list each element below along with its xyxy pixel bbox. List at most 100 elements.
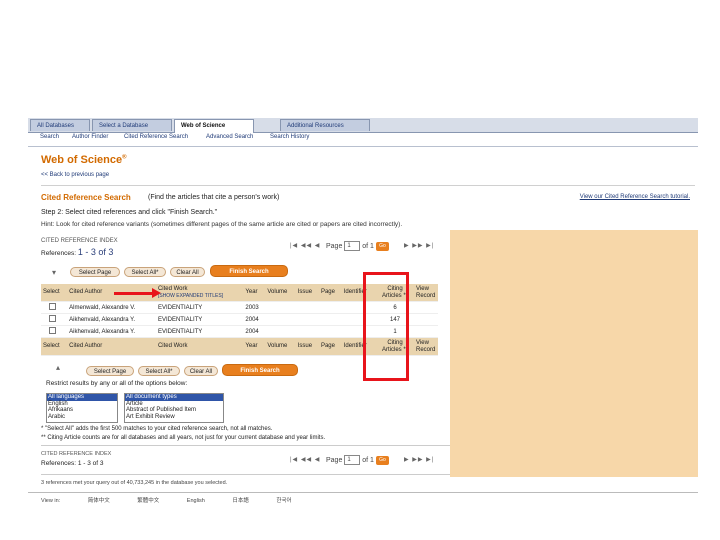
tab-all-databases[interactable]: All Databases xyxy=(30,119,90,131)
foot-view-record: View Record xyxy=(414,337,438,356)
pager: Page 1 of 1 Go xyxy=(326,241,389,251)
subnav-author-finder[interactable]: Author Finder xyxy=(72,134,108,140)
col-issue: Issue xyxy=(295,284,319,302)
cited-author: Aikhenvald, Alexandra Y. xyxy=(67,313,156,326)
row-checkbox[interactable] xyxy=(49,315,56,322)
cited-work: EVIDENTIALITY xyxy=(155,325,244,338)
title-mark: ® xyxy=(122,154,127,161)
divider xyxy=(41,445,479,446)
doctype-option[interactable]: Art Exhibit Review xyxy=(125,414,223,421)
cited-reference-search-heading: Cited Reference Search xyxy=(41,193,131,202)
bottom-of-pages: of 1 xyxy=(362,456,374,464)
finish-search-button[interactable]: Finish Search xyxy=(210,265,288,277)
col-page: Page xyxy=(318,284,342,302)
cited-author: Almenwald, Alexandre V. xyxy=(67,301,156,314)
bottom-index-heading: CITED REFERENCE INDEX xyxy=(41,451,112,457)
footer-language-link[interactable]: 한국어 xyxy=(276,498,291,504)
col-view-record: View Record xyxy=(414,284,438,302)
footer-language-link[interactable]: 繁體中文 xyxy=(137,498,159,504)
select-all-button[interactable]: Select All* xyxy=(124,267,166,277)
next-last-arrows[interactable]: ▶ ▶▶ ▶| xyxy=(404,242,434,249)
page-label: Page xyxy=(326,242,343,250)
cited-work: EVIDENTIALITY xyxy=(155,313,244,326)
foot-page: Page xyxy=(318,337,342,356)
red-arrow-shaft xyxy=(114,292,154,295)
subnav-advanced-search[interactable]: Advanced Search xyxy=(206,134,253,140)
year: 2003 xyxy=(243,301,266,314)
top-tabs: All Databases Select a Database Web of S… xyxy=(28,118,698,133)
first-prev-arrows[interactable]: |◀ ◀◀ ◀ xyxy=(290,242,320,249)
show-expanded-titles-link[interactable]: [SHOW EXPANDED TITLES] xyxy=(158,293,241,300)
page-title: Web of Science® xyxy=(41,154,127,166)
foot-cited-work: Cited Work xyxy=(155,337,244,356)
clear-all-button[interactable]: Clear All xyxy=(170,267,205,277)
subnav-cited-reference-search[interactable]: Cited Reference Search xyxy=(124,134,188,140)
language-footer: View in: 简体中文 繁體中文 English 日本語 한국어 xyxy=(41,496,318,504)
cited-work: EVIDENTIALITY xyxy=(155,301,244,314)
select-page-button[interactable]: Select Page xyxy=(70,267,120,277)
bottom-page-label: Page xyxy=(326,456,343,464)
of-pages: of 1 xyxy=(362,242,374,250)
back-link[interactable]: << Back to previous page xyxy=(41,172,109,178)
row-checkbox[interactable] xyxy=(49,303,56,310)
foot-issue: Issue xyxy=(295,337,319,356)
view-in-label: View in: xyxy=(41,498,61,504)
cited-work-label: Cited Work xyxy=(157,285,188,292)
finish-search-button-bottom[interactable]: Finish Search xyxy=(222,364,298,376)
divider xyxy=(41,474,479,475)
document-type-select[interactable]: All document types Article Abstract of P… xyxy=(124,393,224,423)
foot-select: Select xyxy=(41,337,68,356)
query-summary: 3 references met your query out of 40,73… xyxy=(41,480,228,486)
select-page-button-bottom[interactable]: Select Page xyxy=(86,366,134,376)
bottom-next-last-arrows[interactable]: ▶ ▶▶ ▶| xyxy=(404,456,434,463)
col-cited-work: Cited Work [SHOW EXPANDED TITLES] xyxy=(155,284,244,302)
col-year: Year xyxy=(243,284,266,302)
divider xyxy=(41,185,695,186)
title-text: Web of Science xyxy=(41,154,123,166)
footer-language-link[interactable]: English xyxy=(187,498,205,504)
expand-arrow-icon[interactable]: ▴ xyxy=(56,363,60,372)
year: 2004 xyxy=(243,313,266,326)
bottom-references-count: References: 1 - 3 of 3 xyxy=(41,460,104,467)
bottom-page-input[interactable]: 1 xyxy=(344,455,361,465)
citing-count-note: ** Citing Article counts are for all dat… xyxy=(41,435,326,441)
foot-cited-author: Cited Author xyxy=(67,337,156,356)
divider xyxy=(28,492,698,493)
col-volume: Volume xyxy=(265,284,296,302)
footer-language-link[interactable]: 简体中文 xyxy=(88,498,110,504)
web-of-science-screenshot: All Databases Select a Database Web of S… xyxy=(28,118,698,518)
year: 2004 xyxy=(243,325,266,338)
subnav-search-history[interactable]: Search History xyxy=(270,134,309,140)
page-input[interactable]: 1 xyxy=(344,241,361,251)
bottom-first-prev-arrows[interactable]: |◀ ◀◀ ◀ xyxy=(290,456,320,463)
red-arrow-icon xyxy=(152,288,161,298)
language-select[interactable]: All languages English Afrikaans Arabic xyxy=(46,393,118,423)
subnav-search[interactable]: Search xyxy=(40,134,59,140)
restrict-label: Restrict results by any or all of the op… xyxy=(46,380,188,387)
language-option[interactable]: Arabic xyxy=(47,414,117,421)
cited-reference-index-heading: CITED REFERENCE INDEX xyxy=(41,238,118,244)
tutorial-link[interactable]: View our Cited Reference Search tutorial… xyxy=(580,194,690,200)
hint-text: Hint: Look for cited reference variants … xyxy=(41,221,403,228)
col-select: Select xyxy=(41,284,68,302)
references-prefix: References: xyxy=(41,250,77,257)
row-checkbox[interactable] xyxy=(49,327,56,334)
go-button[interactable]: Go xyxy=(375,241,389,251)
foot-volume: Volume xyxy=(265,337,296,356)
bottom-page-input-value: 1 xyxy=(347,457,351,463)
tab-additional-resources[interactable]: Additional Resources xyxy=(280,119,370,131)
page-input-value: 1 xyxy=(347,243,351,249)
tab-web-of-science[interactable]: Web of Science xyxy=(174,119,254,133)
select-all-button-bottom[interactable]: Select All* xyxy=(138,366,180,376)
bottom-go-button[interactable]: Go xyxy=(375,455,389,465)
citing-articles-highlight-box xyxy=(363,272,409,381)
tab-select-database[interactable]: Select a Database xyxy=(92,119,172,131)
select-all-note: * "Select All" adds the first 500 matche… xyxy=(41,426,273,432)
bottom-pager: Page 1 of 1 Go xyxy=(326,455,389,465)
cited-author: Aikhenvald, Alexandra Y. xyxy=(67,325,156,338)
step2-instruction: Step 2: Select cited references and clic… xyxy=(41,209,218,216)
collapse-arrow-icon[interactable]: ▾ xyxy=(52,268,56,277)
footer-language-link[interactable]: 日本語 xyxy=(232,498,249,504)
references-range: 1 - 3 of 3 xyxy=(77,247,114,257)
clear-all-button-bottom[interactable]: Clear All xyxy=(184,366,218,376)
